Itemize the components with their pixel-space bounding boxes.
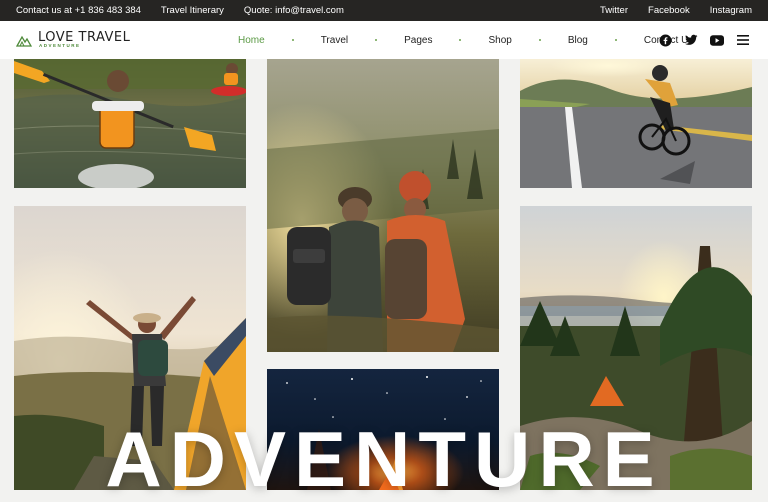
- youtube-icon[interactable]: [710, 33, 724, 47]
- facebook-link[interactable]: Facebook: [648, 5, 690, 16]
- menu-separator: [291, 39, 294, 41]
- hero-adventure-text: ADVENTURE: [105, 415, 663, 502]
- main-menu: Home Travel Pages Shop Blog Contact Us: [238, 35, 693, 46]
- twitter-icon[interactable]: [684, 33, 698, 47]
- main-navbar: LOVE TRAVEL ADVENTURE Home Travel Pages …: [0, 21, 768, 59]
- menu-separator: [538, 39, 541, 41]
- mountain-logo-icon: [16, 35, 32, 47]
- top-bar: Contact us at +1 836 483 384 Travel Itin…: [0, 0, 768, 21]
- menu-icon[interactable]: [736, 33, 750, 47]
- brand-tagline: ADVENTURE: [39, 43, 81, 49]
- nav-home[interactable]: Home: [238, 35, 265, 46]
- nav-icons: [658, 33, 750, 47]
- site-logo[interactable]: LOVE TRAVEL ADVENTURE: [16, 31, 216, 49]
- nav-pages[interactable]: Pages: [404, 35, 432, 46]
- menu-separator: [375, 39, 378, 41]
- quote-email[interactable]: Quote: info@travel.com: [244, 5, 344, 16]
- instagram-link[interactable]: Instagram: [710, 5, 752, 16]
- hikers-forest-photo[interactable]: [267, 59, 499, 352]
- facebook-icon[interactable]: [658, 33, 672, 47]
- menu-separator: [459, 39, 462, 41]
- nav-blog[interactable]: Blog: [568, 35, 588, 46]
- travel-itinerary-link[interactable]: Travel Itinerary: [161, 5, 224, 16]
- cyclist-road-photo[interactable]: [520, 59, 752, 188]
- twitter-link[interactable]: Twitter: [600, 5, 628, 16]
- top-bar-social: Twitter Facebook Instagram: [600, 5, 752, 16]
- contact-phone[interactable]: Contact us at +1 836 483 384: [16, 5, 141, 16]
- kayaker-lake-photo[interactable]: [14, 59, 246, 188]
- nav-shop[interactable]: Shop: [488, 35, 511, 46]
- top-bar-left: Contact us at +1 836 483 384 Travel Itin…: [16, 5, 344, 16]
- nav-travel[interactable]: Travel: [321, 35, 348, 46]
- menu-separator: [614, 39, 617, 41]
